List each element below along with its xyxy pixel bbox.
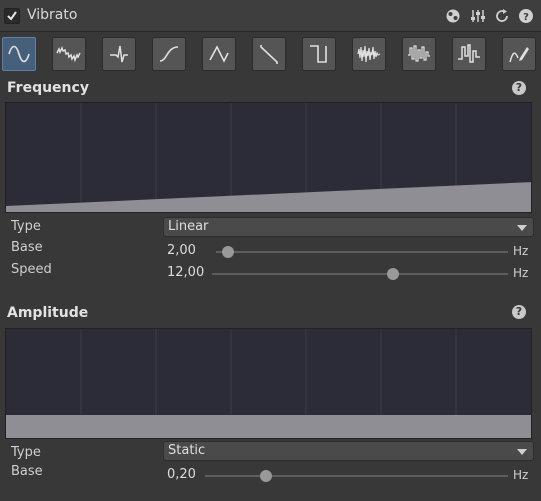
frequency-speed-slider-handle[interactable]: [386, 268, 399, 280]
component-header: Vibrato ?: [0, 0, 541, 32]
waveform-random-noise-button[interactable]: [402, 37, 436, 71]
frequency-base-unit: Hz: [513, 244, 529, 258]
amplitude-type-dropdown[interactable]: Static: [163, 441, 534, 461]
preset-icon[interactable]: [445, 8, 461, 24]
amplitude-section-title: Amplitude: [7, 305, 89, 321]
waveform-sine-button[interactable]: [2, 37, 36, 71]
amplitude-base-slider-handle[interactable]: [259, 470, 272, 482]
waveform-square-button[interactable]: [302, 37, 336, 71]
frequency-section-title: Frequency: [7, 80, 89, 96]
frequency-curve-fill: [6, 182, 531, 212]
enable-checkbox[interactable]: [4, 8, 20, 24]
frequency-base-label: Base: [11, 240, 43, 255]
chevron-down-icon: [517, 449, 527, 455]
waveform-triangle-button[interactable]: [202, 37, 236, 71]
waveform-noisy-sine-button[interactable]: [52, 37, 86, 71]
amplitude-base-label: Base: [11, 464, 43, 479]
square-wave-icon: [310, 45, 327, 63]
amplitude-help-icon[interactable]: ?: [512, 305, 526, 319]
waveform-s-curve-button[interactable]: [152, 37, 186, 71]
amplitude-base-value[interactable]: 0,20: [167, 467, 196, 482]
s-curve-icon: [159, 46, 179, 62]
help-icon[interactable]: ?: [518, 8, 534, 24]
frequency-speed-unit: Hz: [513, 266, 529, 280]
waveform-step-noise-button[interactable]: [452, 37, 486, 71]
custom-curve-icon: [509, 47, 529, 63]
amplitude-curve-preview: [5, 328, 532, 439]
frequency-type-value: Linear: [168, 219, 209, 234]
frequency-base-slider-handle[interactable]: [221, 246, 234, 258]
spike-icon: [110, 45, 128, 63]
frequency-speed-label: Speed: [11, 262, 52, 277]
sawtooth-wave-icon: [260, 45, 278, 64]
frequency-type-label: Type: [11, 219, 41, 234]
waveform-custom-button[interactable]: [502, 37, 536, 71]
waveform-noise-button[interactable]: [352, 37, 386, 71]
amplitude-curve-fill: [6, 415, 531, 438]
waveform-sawtooth-button[interactable]: [252, 37, 286, 71]
frequency-speed-slider-track[interactable]: [212, 273, 508, 275]
component-title: Vibrato: [27, 7, 78, 23]
amplitude-type-label: Type: [11, 445, 41, 460]
amplitude-base-slider-track[interactable]: [205, 475, 508, 477]
step-noise-icon: [458, 44, 480, 63]
noise-icon: [357, 45, 381, 63]
frequency-type-dropdown[interactable]: Linear: [163, 217, 534, 237]
settings-sliders-icon[interactable]: [470, 8, 486, 24]
svg-text:?: ?: [523, 12, 529, 23]
amplitude-type-value: Static: [168, 443, 206, 458]
noisy-sine-icon: [56, 46, 81, 63]
frequency-base-slider-track[interactable]: [216, 251, 508, 253]
frequency-curve-preview: [5, 102, 532, 213]
amplitude-base-unit: Hz: [513, 468, 529, 482]
frequency-speed-value[interactable]: 12,00: [167, 265, 204, 280]
triangle-wave-icon: [209, 45, 229, 63]
frequency-base-value[interactable]: 2,00: [167, 243, 196, 258]
reset-icon[interactable]: [494, 8, 510, 24]
chevron-down-icon: [517, 225, 527, 231]
frequency-help-icon[interactable]: ?: [512, 81, 526, 95]
random-noise-icon: [408, 45, 430, 62]
sine-wave-icon: [8, 45, 30, 63]
waveform-spike-button[interactable]: [102, 37, 136, 71]
checkmark-icon: [7, 11, 17, 21]
